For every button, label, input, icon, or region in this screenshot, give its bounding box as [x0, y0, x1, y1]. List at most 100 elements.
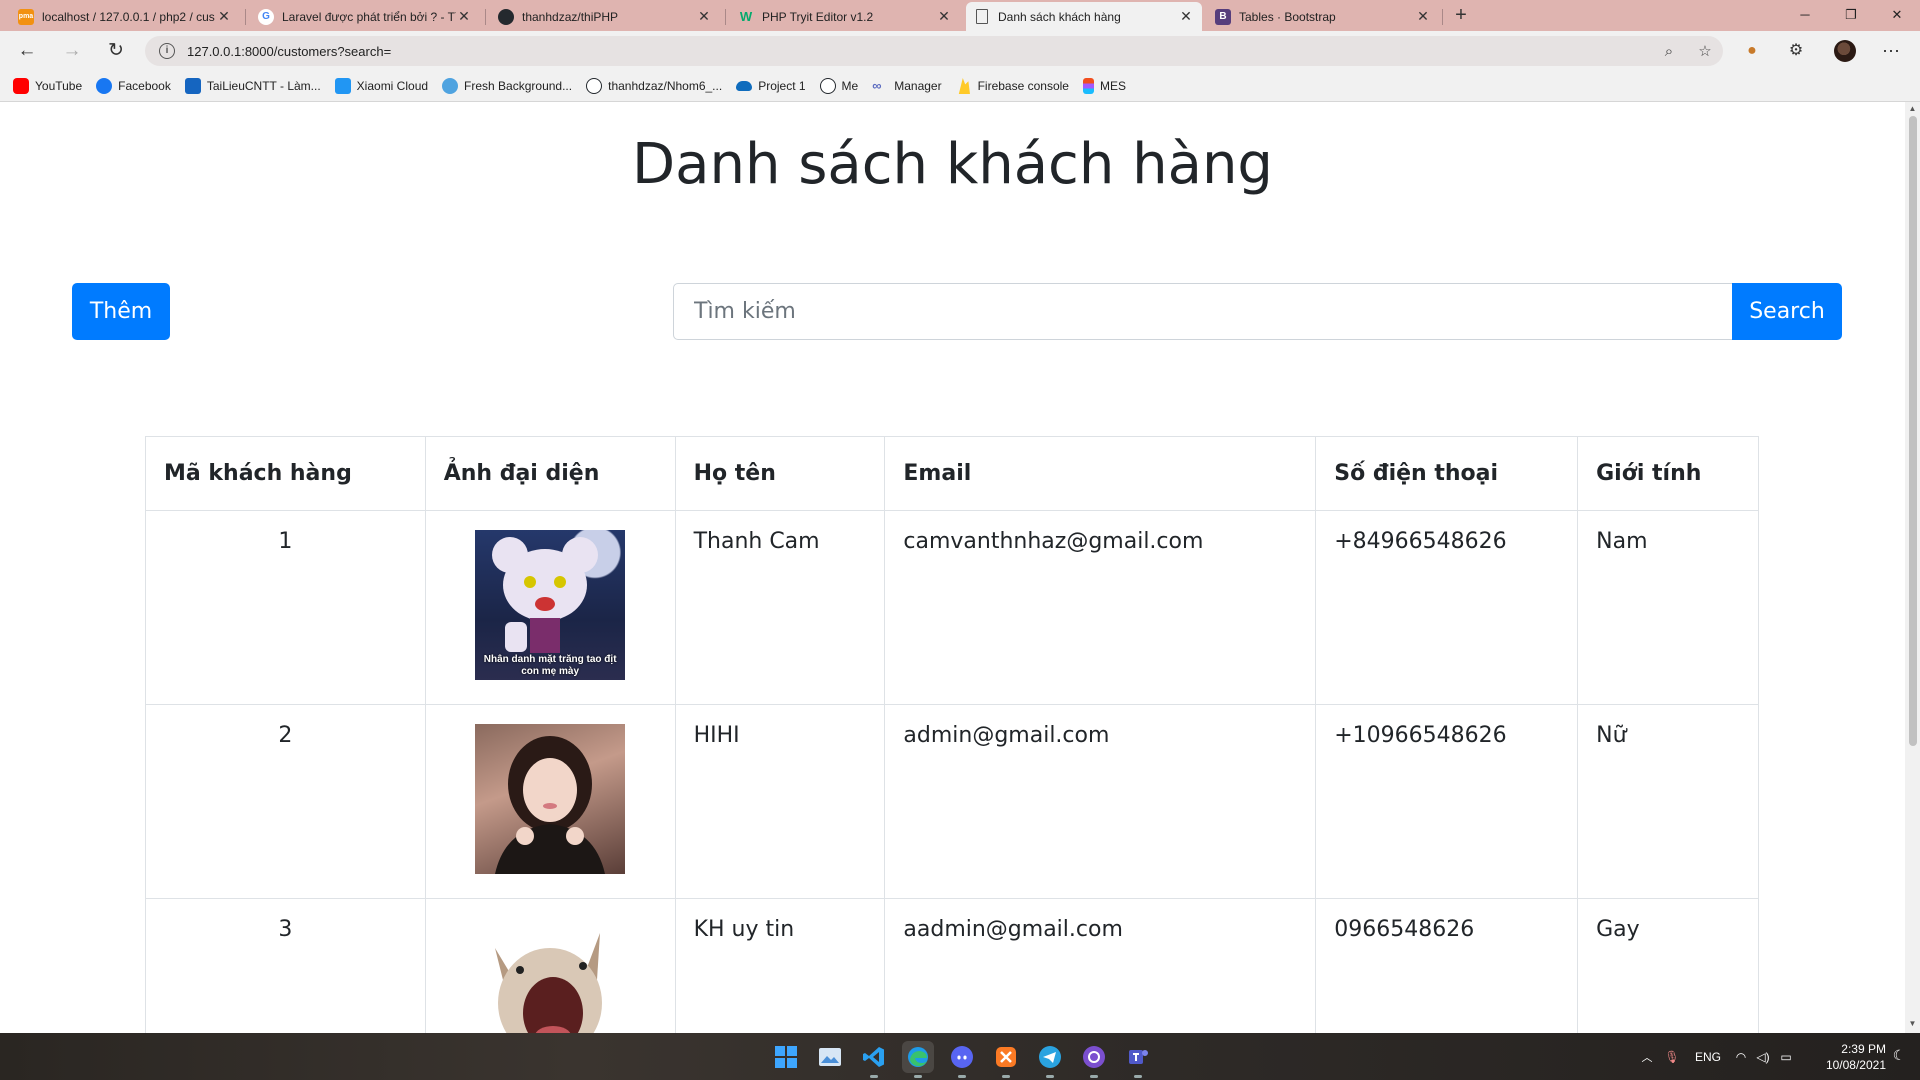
windows-taskbar: ︿ 🎙 ENG ◠ ◁) ▭ 2:39 PM 10/08/2021 ☾ — [0, 1033, 1920, 1080]
tab-title: localhost / 127.0.0.1 / php2 / cus — [42, 9, 215, 24]
edge-icon[interactable] — [902, 1041, 934, 1078]
close-icon[interactable]: ✕ — [1178, 8, 1194, 25]
cell-phone: +10966548626 — [1315, 704, 1579, 899]
zoom-icon[interactable]: ⌕ — [1651, 43, 1687, 60]
photos-logo — [819, 1048, 841, 1066]
taskbar-clock[interactable]: 2:39 PM 10/08/2021 — [1810, 1041, 1886, 1073]
cat-meme-illustration — [495, 933, 603, 1033]
microphone-icon[interactable]: 🎙 — [1658, 1050, 1686, 1064]
windows-start-icon[interactable] — [770, 1041, 802, 1073]
table-header-row: Mã khách hàng Ảnh đại diện Họ tên Email … — [145, 436, 1759, 511]
figma-icon — [1082, 78, 1094, 94]
cell-email: aadmin@gmail.com — [884, 898, 1317, 1033]
cell-id: 3 — [145, 898, 426, 1033]
tailieucntt-icon — [184, 78, 201, 94]
tab-bootstrap[interactable]: B Tables · Bootstrap ✕ — [1207, 2, 1439, 31]
address-bar[interactable]: i 127.0.0.1:8000/customers?search= ⌕ ☆ — [145, 36, 1723, 66]
info-icon[interactable]: i — [159, 43, 175, 59]
cat-meme-avatar — [475, 918, 626, 1033]
close-icon[interactable]: ✕ — [1415, 8, 1431, 25]
github-icon — [819, 78, 836, 94]
google-icon: G — [258, 8, 274, 25]
tab-customers[interactable]: Danh sách khách hàng ✕ — [966, 2, 1202, 31]
bookmark-firebase[interactable]: Firebase console — [956, 78, 1069, 94]
extensions-icon[interactable]: ⚙ — [1783, 39, 1809, 63]
url-text[interactable]: 127.0.0.1:8000/customers?search= — [187, 44, 1651, 59]
telegram-icon[interactable] — [1034, 1041, 1066, 1078]
photos-icon[interactable] — [814, 1041, 846, 1073]
cell-name: KH uy tin — [674, 898, 886, 1033]
browser-toolbar: ← → ↻ i 127.0.0.1:8000/customers?search=… — [0, 31, 1920, 71]
notifications-icon[interactable]: ☾ — [1890, 1047, 1908, 1065]
menu-dots-icon[interactable]: ⋯ — [1878, 39, 1904, 63]
add-customer-button[interactable]: Thêm — [72, 283, 170, 340]
bookmark-project-1[interactable]: Project 1 — [736, 79, 806, 93]
scrollbar-thumb[interactable] — [1909, 116, 1917, 746]
phpmyadmin-icon: pma — [18, 8, 34, 25]
bookmark-label: TaiLieuCNTT - Làm... — [206, 79, 321, 93]
xampp-icon[interactable] — [990, 1041, 1022, 1078]
wifi-icon[interactable]: ◠ — [1730, 1050, 1752, 1064]
tab-title: Danh sách khách hàng — [998, 9, 1121, 24]
close-icon[interactable]: ✕ — [696, 8, 712, 25]
close-icon[interactable]: ✕ — [216, 8, 232, 25]
bookmark-label: Project 1 — [758, 79, 806, 93]
xampp-logo — [996, 1047, 1016, 1067]
discord-icon[interactable] — [946, 1041, 978, 1078]
bookmark-fresh-background[interactable]: Fresh Background... — [442, 78, 572, 94]
search-input[interactable] — [673, 283, 1733, 340]
page-scrollbar[interactable]: ▲ ▼ — [1905, 102, 1920, 1033]
bookmark-youtube[interactable]: YouTube — [13, 78, 82, 94]
close-window-button[interactable]: ✕ — [1874, 0, 1920, 31]
tab-github[interactable]: thanhdzaz/thiPHP ✕ — [490, 2, 720, 31]
bookmark-label: Manager — [894, 79, 942, 93]
reload-icon[interactable]: ↻ — [101, 37, 131, 65]
cell-email: admin@gmail.com — [884, 704, 1317, 899]
cell-email: camvanthnhaz@gmail.com — [884, 510, 1317, 705]
girl-photo-avatar — [475, 724, 626, 874]
profile-avatar[interactable] — [1834, 40, 1856, 62]
column-header-name: Họ tên — [674, 436, 886, 511]
column-header-avatar: Ảnh đại diện — [424, 436, 676, 511]
github-icon — [498, 8, 514, 25]
github-icon — [586, 78, 603, 94]
clock-date: 10/08/2021 — [1825, 1058, 1886, 1072]
minimize-button[interactable]: ─ — [1782, 0, 1828, 31]
search-button[interactable]: Search — [1732, 283, 1842, 340]
page-title: Danh sách khách hàng — [632, 132, 1273, 197]
battery-icon[interactable]: ▭ — [1774, 1050, 1798, 1064]
cookie-extension-icon[interactable]: ● — [1739, 39, 1765, 63]
new-tab-button[interactable]: + — [1448, 4, 1474, 28]
restore-button[interactable]: ❐ — [1828, 0, 1874, 31]
cell-gender: Gay — [1577, 898, 1759, 1033]
scroll-up-arrow-icon[interactable]: ▲ — [1905, 104, 1920, 116]
bookmark-manager[interactable]: ∞ Manager — [872, 78, 941, 94]
table-row: 2 HIHI admin@gmail.com +10966548626 Nữ — [145, 704, 1759, 899]
github-desktop-icon[interactable] — [1078, 1041, 1110, 1078]
bookmark-tailieucntt[interactable]: TaiLieuCNTT - Làm... — [184, 78, 321, 94]
teams-icon[interactable] — [1122, 1041, 1154, 1078]
tab-phpmyadmin[interactable]: pma localhost / 127.0.0.1 / php2 / cus ✕ — [10, 2, 240, 31]
forward-arrow-icon[interactable]: → — [57, 37, 87, 65]
bookmark-mes[interactable]: MES — [1082, 78, 1126, 94]
back-arrow-icon[interactable]: ← — [12, 37, 42, 65]
tab-w3schools[interactable]: W PHP Tryit Editor v1.2 ✕ — [730, 2, 960, 31]
scroll-down-arrow-icon[interactable]: ▼ — [1905, 1019, 1920, 1031]
cell-avatar — [424, 898, 676, 1033]
bookmark-xiaomi-cloud[interactable]: Xiaomi Cloud — [334, 78, 428, 94]
tab-google[interactable]: G Laravel được phát triển bởi ? - Tì ✕ — [250, 2, 480, 31]
volume-icon[interactable]: ◁) — [1752, 1050, 1774, 1064]
bookmark-github-nhom6[interactable]: thanhdzaz/Nhom6_... — [586, 78, 722, 94]
close-icon[interactable]: ✕ — [936, 8, 952, 25]
tab-strip: pma localhost / 127.0.0.1 / php2 / cus ✕… — [0, 0, 1920, 31]
bookmark-facebook[interactable]: Facebook — [96, 78, 171, 94]
vscode-icon[interactable] — [858, 1041, 890, 1078]
close-icon[interactable]: ✕ — [456, 8, 472, 25]
language-indicator[interactable]: ENG — [1686, 1050, 1730, 1064]
favorite-star-icon[interactable]: ☆ — [1687, 42, 1723, 60]
bookmark-label: YouTube — [35, 79, 83, 93]
chevron-up-icon[interactable]: ︿ — [1636, 1049, 1658, 1065]
cell-id: 2 — [145, 704, 426, 899]
fresh-background-icon — [442, 78, 459, 94]
bookmark-me[interactable]: Me — [819, 78, 858, 94]
